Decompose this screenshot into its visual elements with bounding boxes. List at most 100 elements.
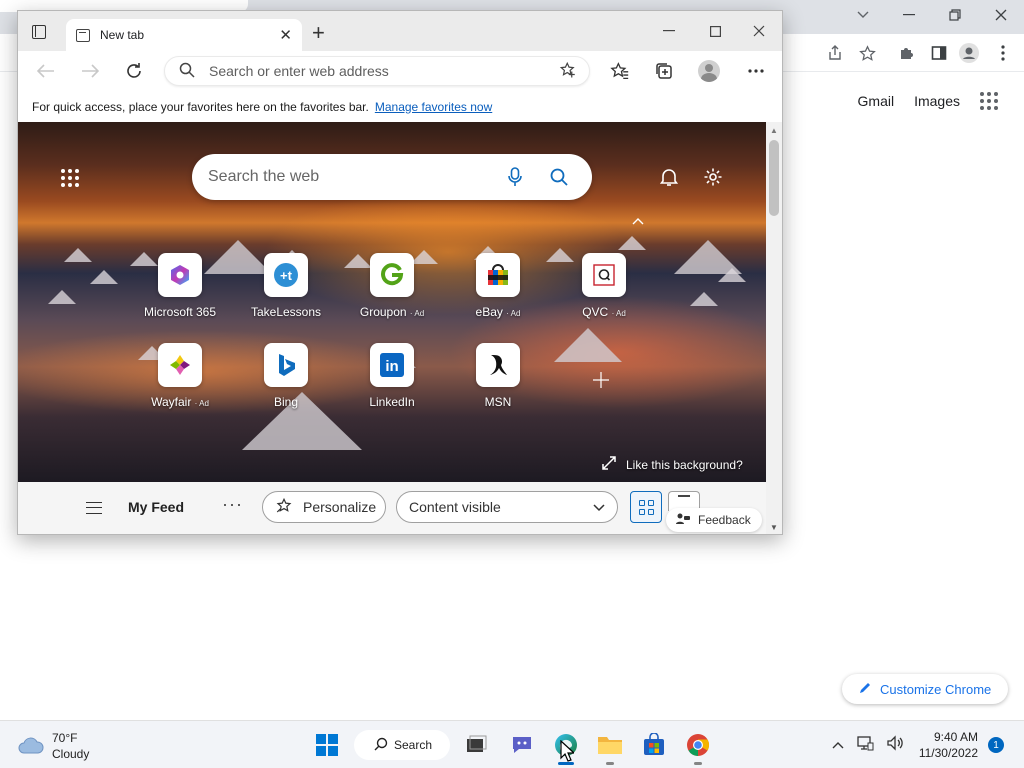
share-icon[interactable]	[824, 42, 846, 64]
search-icon[interactable]	[548, 166, 570, 188]
notifications-bell-icon[interactable]	[657, 165, 681, 189]
quick-link-tile[interactable]: QVC · Ad	[554, 253, 654, 319]
tab-actions-icon[interactable]	[32, 25, 46, 39]
feed-menu-hamburger-icon[interactable]	[86, 502, 102, 514]
settings-more-icon[interactable]	[744, 60, 768, 82]
chevron-down-icon	[593, 499, 605, 515]
page-settings-gear-icon[interactable]	[701, 165, 725, 189]
tile-label: Wayfair	[151, 395, 192, 409]
refresh-icon[interactable]	[122, 60, 146, 82]
google-header-links: Gmail Images	[858, 92, 998, 110]
edge-close-button[interactable]	[744, 21, 774, 41]
weather-temp: 70°F	[52, 731, 78, 745]
quick-link-tile[interactable]: MSN	[448, 343, 548, 409]
teams-chat-icon[interactable]	[508, 731, 536, 759]
extensions-icon[interactable]	[896, 42, 918, 64]
takelessons-icon: +t	[264, 253, 308, 297]
feedback-button[interactable]: Feedback	[666, 508, 762, 532]
add-site-plus-icon[interactable]	[592, 368, 610, 396]
taskbar-search-button[interactable]: Search	[354, 730, 450, 760]
tile-label: TakeLessons	[250, 305, 322, 319]
ntp-apps-launcher-icon[interactable]	[61, 169, 79, 187]
collections-icon[interactable]	[652, 60, 676, 82]
task-view-icon[interactable]	[462, 731, 490, 759]
edge-minimize-button[interactable]	[654, 21, 684, 41]
mouse-cursor-icon	[560, 739, 576, 765]
quick-link-tile[interactable]: Microsoft 365	[130, 253, 230, 319]
tab-new-tab[interactable]: New tab ✕	[66, 19, 302, 51]
favorites-icon[interactable]	[608, 60, 632, 82]
system-clock[interactable]: 9:40 AM 11/30/2022	[916, 729, 978, 761]
page-scrollbar[interactable]: ▲ ▼	[766, 122, 782, 534]
quick-link-tile[interactable]: in LinkedIn	[342, 343, 442, 409]
file-explorer-icon[interactable]	[596, 731, 624, 765]
qvc-icon	[582, 253, 626, 297]
edge-navbar: Search or enter web address	[18, 51, 782, 91]
expand-icon	[602, 456, 616, 473]
favorites-bar-hint: For quick access, place your favorites h…	[32, 99, 369, 114]
chrome-close-button[interactable]	[978, 4, 1024, 26]
feed-more-icon[interactable]: ···	[222, 494, 243, 515]
edge-profile-avatar[interactable]	[698, 60, 720, 82]
grid-layout-icon[interactable]	[630, 491, 662, 523]
quick-link-tile[interactable]: eBay · Ad	[448, 253, 548, 319]
chrome-restore-button[interactable]	[932, 4, 978, 26]
clock-date: 11/30/2022	[918, 746, 978, 760]
edge-maximize-button[interactable]	[700, 21, 730, 41]
chrome-minimize-button[interactable]	[886, 4, 932, 26]
chrome-menu-icon[interactable]	[992, 42, 1014, 64]
manage-favorites-link[interactable]: Manage favorites now	[375, 100, 492, 114]
running-indicator	[694, 762, 702, 765]
tile-label: Microsoft 365	[143, 305, 217, 319]
microsoft-store-icon[interactable]	[640, 731, 668, 759]
forward-arrow-icon[interactable]	[78, 60, 102, 82]
quick-link-tile[interactable]: Groupon · Ad	[342, 253, 442, 319]
like-background-button[interactable]: Like this background?	[602, 456, 743, 473]
system-tray	[832, 735, 904, 754]
new-tab-favicon-icon	[76, 28, 90, 42]
favorites-bar: For quick access, place your favorites h…	[18, 91, 782, 122]
bookmark-star-icon[interactable]	[856, 42, 878, 64]
weather-widget[interactable]: 70°F Cloudy	[18, 730, 89, 762]
gmail-link[interactable]: Gmail	[858, 93, 895, 109]
microsoft365-icon	[158, 253, 202, 297]
personalize-label: Personalize	[303, 499, 377, 515]
customize-chrome-button[interactable]: Customize Chrome	[842, 674, 1008, 704]
chrome-tab-search-icon[interactable]	[840, 4, 886, 26]
web-search-input[interactable]: Search the web	[208, 168, 482, 186]
volume-icon[interactable]	[886, 735, 904, 754]
tile-label: QVC	[582, 305, 609, 319]
scroll-down-arrow-icon[interactable]: ▼	[770, 523, 778, 532]
close-tab-icon[interactable]: ✕	[279, 26, 292, 44]
scrollbar-thumb[interactable]	[769, 140, 779, 216]
my-feed-tab[interactable]: My Feed	[128, 499, 184, 515]
network-icon[interactable]	[856, 735, 874, 754]
notification-badge[interactable]: 1	[988, 737, 1004, 753]
svg-text:in: in	[385, 358, 398, 375]
side-panel-icon[interactable]	[928, 42, 950, 64]
images-link[interactable]: Images	[914, 93, 960, 109]
scroll-up-arrow-icon[interactable]: ▲	[770, 126, 778, 135]
new-tab-button[interactable]: +	[312, 22, 325, 44]
personalize-button[interactable]: Personalize	[262, 491, 386, 523]
google-apps-icon[interactable]	[980, 92, 998, 110]
chrome-taskbar-icon[interactable]	[684, 731, 712, 765]
microphone-icon[interactable]	[504, 166, 526, 188]
ebay-icon	[476, 253, 520, 297]
address-bar[interactable]: Search or enter web address	[164, 56, 590, 86]
add-favorite-icon[interactable]	[559, 61, 577, 82]
quick-link-tile[interactable]: Wayfair · Ad	[130, 343, 230, 409]
quick-link-tile[interactable]: +t TakeLessons	[236, 253, 336, 319]
collapse-tiles-chevron-icon[interactable]	[632, 214, 644, 228]
back-arrow-icon[interactable]	[34, 60, 58, 82]
profile-avatar[interactable]	[958, 42, 980, 64]
tab-title: New tab	[100, 28, 145, 42]
start-button[interactable]	[313, 731, 341, 759]
address-input[interactable]: Search or enter web address	[209, 63, 545, 79]
edge-window: New tab ✕ + Search or enter web address	[17, 10, 783, 535]
web-search-box[interactable]: Search the web	[192, 154, 592, 200]
show-hidden-icons-chevron-icon[interactable]	[832, 737, 844, 752]
sparkle-star-icon	[275, 497, 293, 518]
quick-link-tile[interactable]: Bing	[236, 343, 336, 409]
content-visibility-select[interactable]: Content visible	[396, 491, 618, 523]
